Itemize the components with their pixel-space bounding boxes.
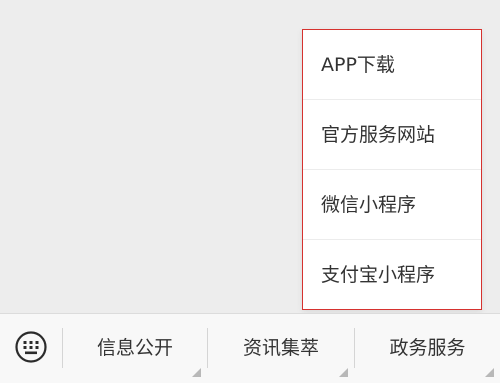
submenu-corner-icon bbox=[339, 368, 348, 377]
popup-item-alipay-miniprogram[interactable]: 支付宝小程序 bbox=[303, 240, 481, 310]
bottom-menu-bar: 信息公开 资讯集萃 政务服务 bbox=[0, 313, 500, 383]
popup-item-app-download[interactable]: APP下载 bbox=[303, 30, 481, 100]
popup-item-official-website[interactable]: 官方服务网站 bbox=[303, 100, 481, 170]
popup-item-wechat-miniprogram[interactable]: 微信小程序 bbox=[303, 170, 481, 240]
submenu-popup: APP下载 官方服务网站 微信小程序 支付宝小程序 bbox=[302, 29, 482, 310]
menu-tab-government-services[interactable]: 政务服务 bbox=[355, 314, 500, 383]
menu-tab-label: 信息公开 bbox=[96, 337, 173, 359]
keyboard-icon bbox=[14, 330, 48, 368]
keyboard-toggle-button[interactable] bbox=[0, 314, 62, 383]
menu-tab-label: 资讯集萃 bbox=[242, 337, 319, 359]
menu-tab-info-disclosure[interactable]: 信息公开 bbox=[63, 314, 207, 383]
menu-tab-label: 政务服务 bbox=[389, 337, 466, 359]
submenu-corner-icon bbox=[192, 368, 201, 377]
menu-tab-news-digest[interactable]: 资讯集萃 bbox=[208, 314, 354, 383]
submenu-corner-icon bbox=[485, 368, 494, 377]
